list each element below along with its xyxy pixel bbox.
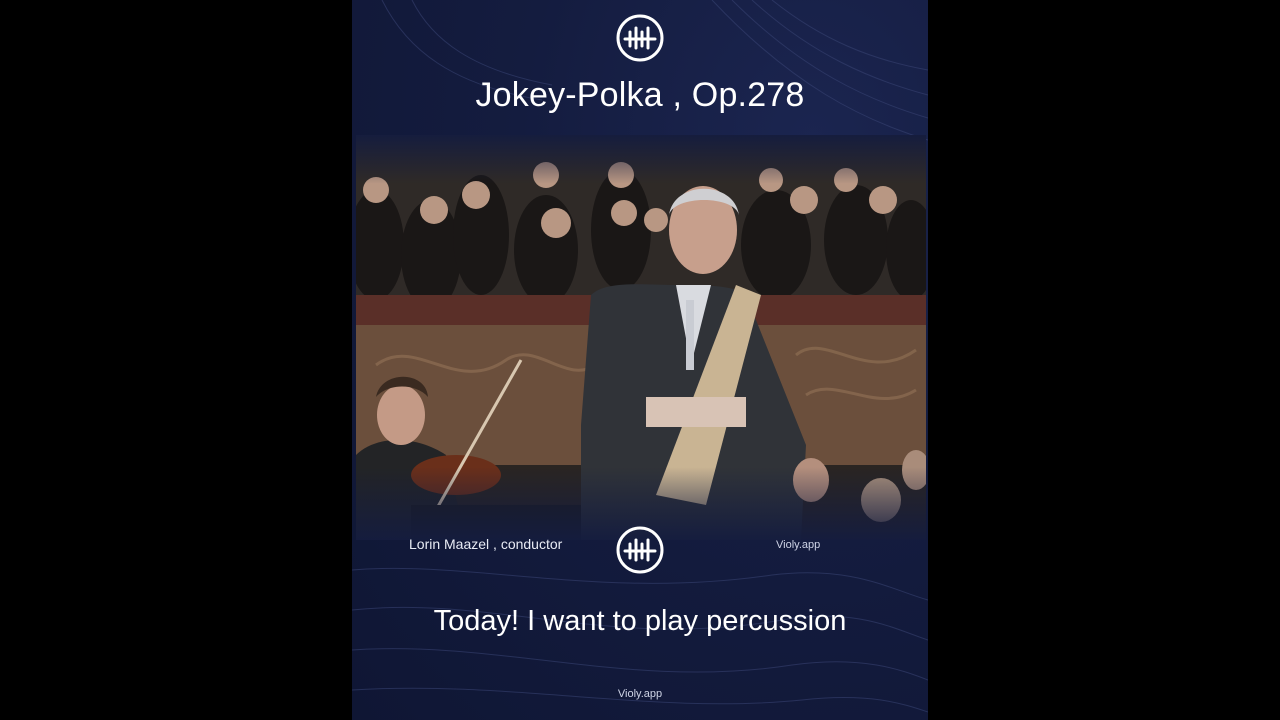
piece-title: Jokey-Polka , Op.278 bbox=[475, 76, 805, 114]
violy-logo-icon bbox=[616, 14, 664, 62]
violy-logo-icon bbox=[616, 526, 664, 574]
subtitle-caption: Today! I want to play percussion bbox=[433, 605, 847, 637]
conductor-credit: Lorin Maazel , conductor bbox=[409, 536, 563, 552]
photo-fade-overlay bbox=[356, 135, 926, 540]
concert-photo bbox=[356, 135, 926, 540]
watermark-bottom: Violy.app bbox=[617, 688, 663, 700]
watermark-mid: Violy.app bbox=[776, 539, 821, 551]
video-frame: Jokey-Polka , Op.278 Lorin Maazel , cond… bbox=[352, 0, 928, 720]
